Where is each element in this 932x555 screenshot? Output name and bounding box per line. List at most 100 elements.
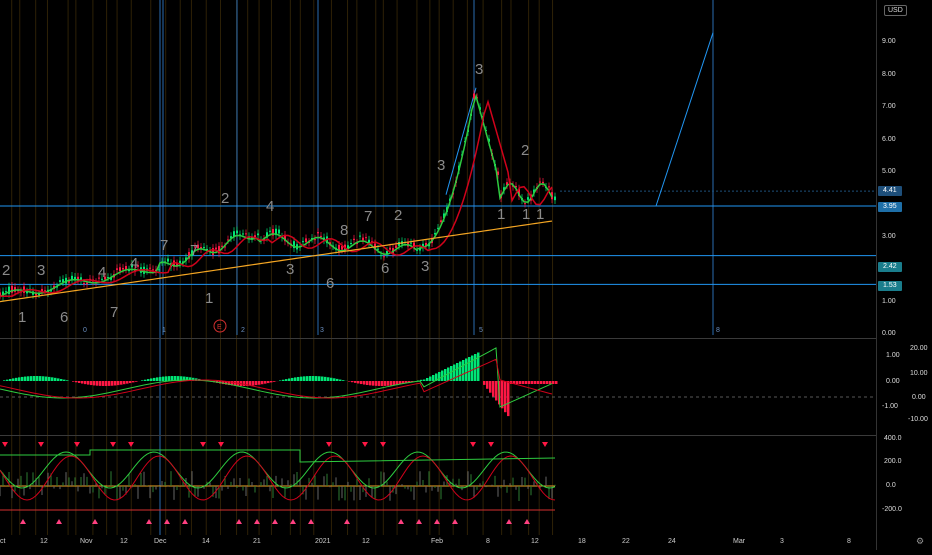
time-label: 12 [120,538,128,545]
macd-bar [144,380,147,381]
macd-bar [390,381,393,386]
macd-bar [135,381,138,382]
macd-bar [132,381,135,382]
macd-bar [27,376,30,381]
price-tag-last: 4.41 [878,186,902,196]
macd-bar [96,381,99,386]
macd-bar [102,381,105,386]
candle [83,283,85,284]
macd-bar [441,371,444,382]
macd-bar [294,377,297,381]
macd-bar [330,378,333,381]
osc-line [0,456,555,500]
osc-tick: -200.0 [882,506,902,513]
signal-arrow-icon [542,442,548,447]
macd-bar [297,377,300,381]
price-tick: 6.00 [882,136,896,143]
macd-bar [462,360,465,381]
macd-bar [333,378,336,381]
macd-bar [306,376,309,381]
time-label: Nov [80,538,92,545]
macd-bar [93,381,96,385]
signal-arrow-icon [20,519,26,524]
macd-bar [261,381,264,384]
macd-bar [357,381,360,383]
candle [542,182,544,183]
candle [278,230,280,234]
macd-bar [117,381,120,385]
count-number: 1 [536,206,544,223]
candle [236,231,238,234]
currency-label[interactable]: USD [884,5,907,16]
macd-bar [387,381,390,386]
macd-bar [489,381,492,393]
macd-bar [432,375,435,381]
macd-bar [267,381,270,383]
count-number: 2 [221,190,229,207]
macd-bar [372,381,375,386]
candle [473,93,475,98]
macd-bar [99,381,102,386]
time-label: Dec [154,538,166,545]
candle [383,256,385,257]
macd-bar [339,380,342,381]
macd-bar [315,376,318,381]
macd-bar [48,377,51,381]
macd-bar [78,381,81,383]
macd-bar [36,376,39,381]
macd-bar [492,381,495,397]
macd-bar [291,378,294,381]
trend-line [446,88,476,195]
pane-separator[interactable] [0,435,876,436]
candle [257,233,259,235]
macd-bar [270,381,273,382]
count-number: 2 [521,142,529,159]
macd-bar [42,376,45,381]
candle [125,266,127,270]
signal-arrow-icon [56,519,62,524]
macd-bar [321,377,324,381]
event-marker-label: E [217,324,222,331]
macd-bar [486,381,489,389]
macd-bar [378,381,381,386]
count-number: 7 [160,237,168,254]
macd-bar [243,381,246,386]
session-label: 0 [83,327,87,334]
chart-canvas[interactable]: 2344772487233211116713663E012358 [0,0,876,550]
osc-tick: 0.0 [886,482,896,489]
macd-bar [423,380,426,382]
time-label: 12 [531,538,539,545]
macd-bar [24,377,27,381]
candle [38,294,40,295]
macd-bar [111,381,114,386]
macd-bar [525,381,528,384]
count-number: 8 [340,222,348,239]
price-tick: 7.00 [882,103,896,110]
macd-bar [348,381,351,382]
candle [359,236,361,237]
time-label: 2021 [315,538,331,545]
chart-area[interactable]: 2344772487233211116713663E012358 USD 9.0… [0,0,932,550]
price-tick: 9.00 [882,38,896,45]
macd-bar [507,381,510,416]
macd-bar [153,378,156,381]
macd-bar [3,380,6,381]
time-label: 24 [668,538,676,545]
signal-arrow-icon [74,442,80,447]
settings-gear-icon[interactable]: ⚙ [916,536,924,547]
count-number: 6 [60,309,68,326]
macd-bar [366,381,369,385]
macd-bar [162,377,165,381]
candle [554,197,556,201]
count-number: 1 [205,290,213,307]
macd-bar [84,381,87,384]
time-label: 18 [578,538,586,545]
macd-bar [252,381,255,385]
pane-separator[interactable] [0,338,876,339]
price-tick: 8.00 [882,71,896,78]
candle [320,236,322,237]
macd-bar [147,379,150,381]
candle [353,239,355,240]
macd-bar [54,378,57,381]
price-scale[interactable] [876,0,932,550]
